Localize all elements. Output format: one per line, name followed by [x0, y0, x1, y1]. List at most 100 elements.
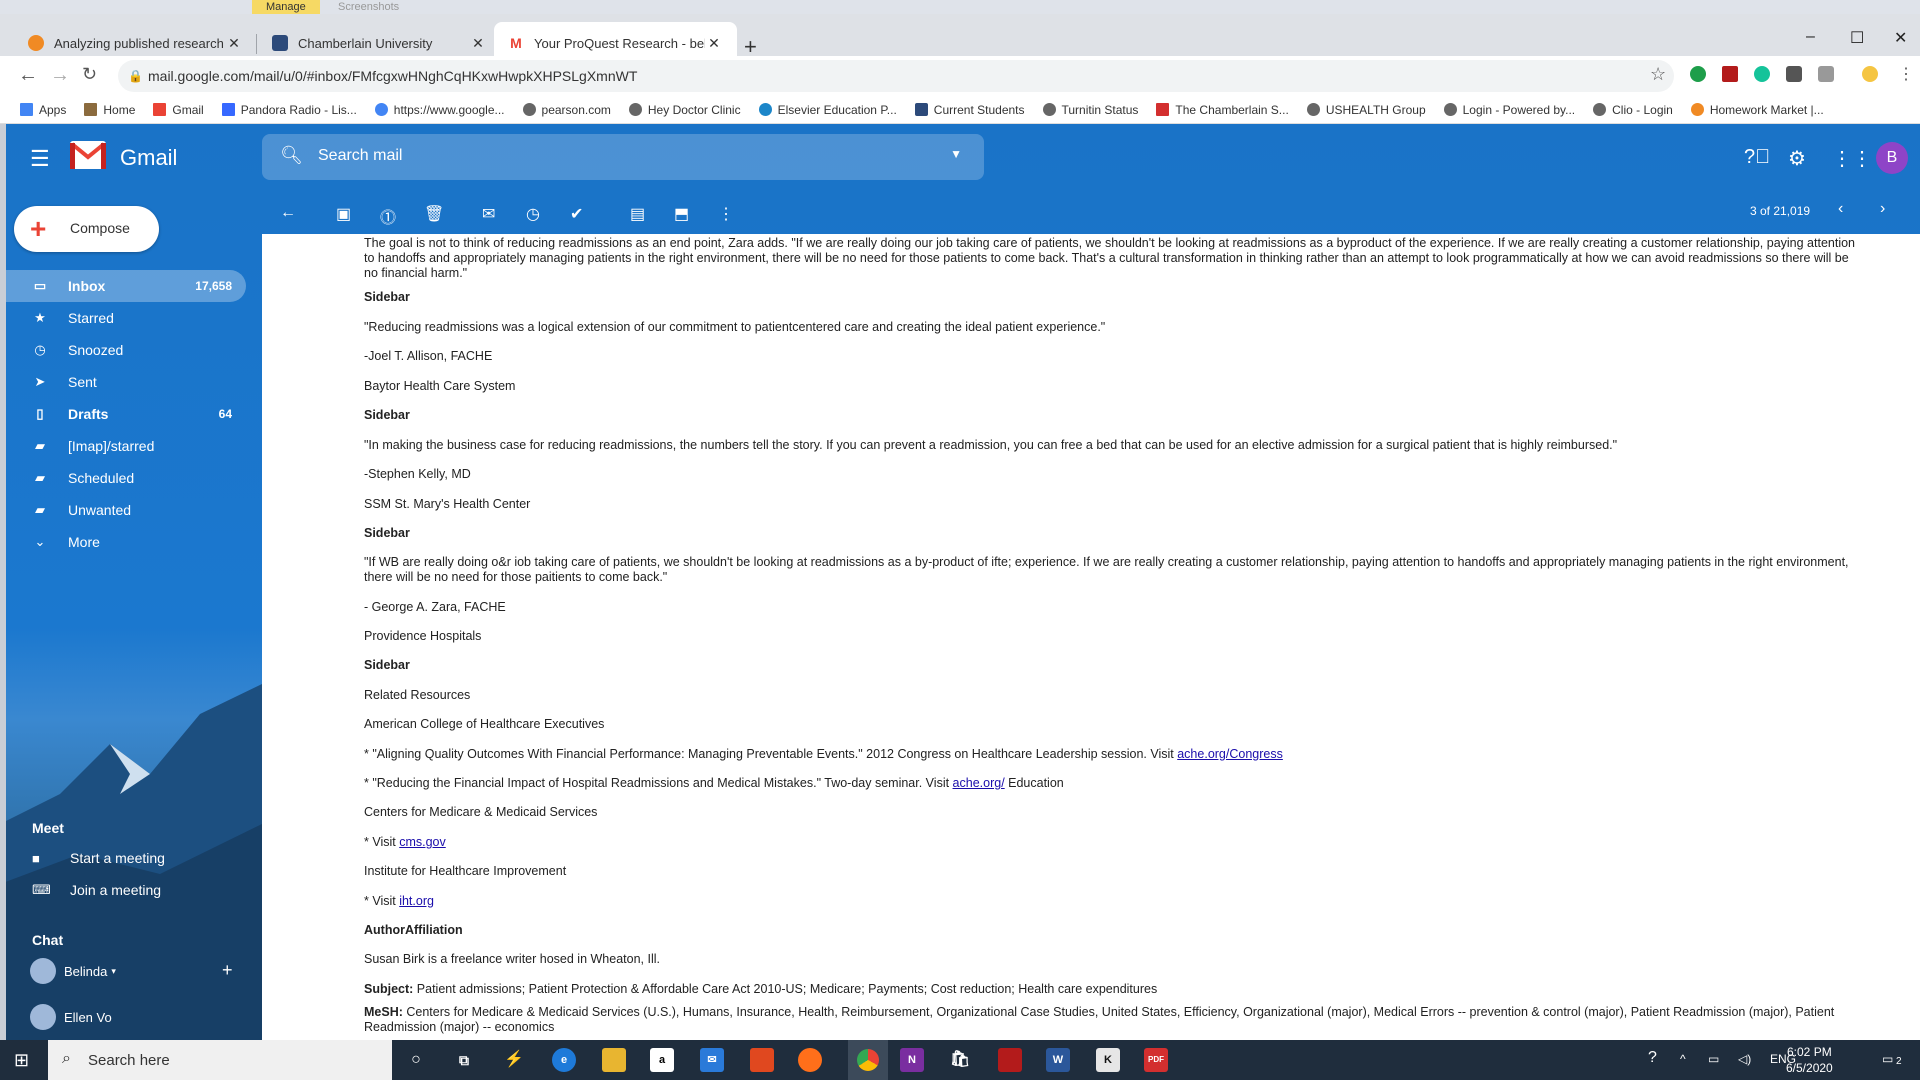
extension-green-icon[interactable] — [1690, 66, 1706, 82]
search-mail-input[interactable]: 🔍︎ Search mail ▼ — [262, 134, 984, 180]
search-icon[interactable]: 🔍︎ — [280, 145, 303, 166]
mail-icon[interactable]: ✉ — [700, 1048, 724, 1072]
windows-start-icon[interactable]: ⊞ — [14, 1050, 29, 1071]
archive-icon[interactable]: ▣ — [336, 204, 351, 224]
labels-icon[interactable]: ⬒ — [674, 204, 689, 224]
lightning-app-icon[interactable]: ⚡ — [502, 1048, 526, 1072]
sidebar-item-more[interactable]: ⌄ More — [6, 526, 246, 558]
close-window-icon[interactable]: ✕ — [1894, 28, 1907, 48]
app-k-icon[interactable]: K — [1096, 1048, 1120, 1072]
amazon-icon[interactable]: a — [650, 1048, 674, 1072]
task-view-icon[interactable]: ⧉ — [452, 1048, 476, 1072]
ache-congress-link[interactable]: ache.org/Congress — [1177, 747, 1283, 761]
account-avatar[interactable]: B — [1876, 142, 1908, 174]
sidebar-item-sent[interactable]: ➤ Sent — [6, 366, 246, 398]
help-icon[interactable]: ?⃝ — [1744, 146, 1770, 169]
newer-message-icon[interactable]: ‹ — [1838, 200, 1843, 218]
word-icon[interactable]: W — [1046, 1048, 1070, 1072]
window-top-strip: Manage Screenshots — [0, 0, 1920, 14]
show-hidden-icons-icon[interactable]: ^ — [1680, 1052, 1686, 1066]
sidebar-item-unwanted[interactable]: ▰ Unwanted — [6, 494, 246, 526]
cms-link[interactable]: cms.gov — [399, 835, 446, 849]
bookmark-elsevier[interactable]: Elsevier Education P... — [758, 103, 897, 117]
extension-shield2-icon[interactable] — [1818, 66, 1834, 82]
extension-acrobat-icon[interactable] — [1722, 66, 1738, 82]
snooze-icon[interactable]: ◷ — [526, 204, 540, 224]
bookmark-hey-doctor[interactable]: Hey Doctor Clinic — [628, 103, 741, 117]
forward-icon[interactable]: → — [50, 64, 70, 87]
close-tab-icon[interactable]: ✕ — [225, 35, 243, 52]
sidebar-item-starred[interactable]: ★ Starred — [6, 302, 246, 334]
bookmark-pearson[interactable]: pearson.com — [522, 103, 611, 117]
delete-icon[interactable]: 🗑︎ — [424, 204, 444, 224]
more-actions-icon[interactable]: ⋮ — [718, 204, 734, 224]
onenote-icon[interactable]: N — [900, 1048, 924, 1072]
url-input[interactable]: 🔒 mail.google.com/mail/u/0/#inbox/FMfcgx… — [118, 60, 1674, 92]
extension-shield-icon[interactable] — [1786, 66, 1802, 82]
back-icon[interactable]: ← — [18, 64, 38, 87]
ihi-link[interactable]: iht.org — [399, 894, 434, 908]
sidebar-item-snoozed[interactable]: ◷ Snoozed — [6, 334, 246, 366]
gmail-logo-icon[interactable] — [70, 140, 106, 170]
firefox-icon[interactable] — [798, 1048, 822, 1072]
bookmark-chamberlain[interactable]: The Chamberlain S... — [1156, 103, 1289, 117]
move-to-icon[interactable]: ▤ — [630, 204, 645, 224]
ache-education-link[interactable]: ache.org/ — [953, 776, 1005, 790]
add-to-tasks-icon[interactable]: ✔ — [570, 204, 583, 224]
report-spam-icon[interactable]: ⓵ — [380, 204, 396, 228]
pdf-icon[interactable]: PDF — [1144, 1048, 1168, 1072]
mark-unread-icon[interactable]: ✉ — [482, 204, 495, 224]
minimize-icon[interactable]: – — [1806, 28, 1815, 46]
profile-emoji-icon[interactable] — [1862, 66, 1878, 82]
chat-user-ellen[interactable]: Ellen Vo — [30, 1004, 112, 1030]
browser-menu-icon[interactable]: ⋮ — [1898, 64, 1914, 84]
store-icon[interactable]: 🛍︎ — [948, 1048, 972, 1072]
bookmark-home[interactable]: Home — [84, 103, 135, 117]
bookmark-turnitin[interactable]: Turnitin Status — [1042, 103, 1138, 117]
bookmark-pandora[interactable]: Pandora Radio - Lis... — [221, 103, 357, 117]
close-tab-icon[interactable]: ✕ — [469, 35, 487, 52]
main-menu-icon[interactable]: ☰ — [30, 146, 50, 172]
acrobat-icon[interactable] — [998, 1048, 1022, 1072]
chrome-icon[interactable] — [848, 1040, 888, 1080]
maximize-icon[interactable]: ☐ — [1850, 28, 1864, 48]
bookmark-clio[interactable]: Clio - Login — [1593, 103, 1673, 117]
join-meeting-button[interactable]: ⌨ Join a meeting — [32, 882, 161, 898]
sidebar-item-inbox[interactable]: ▭ Inbox 17,658 — [6, 270, 246, 302]
window-left-edge — [0, 124, 6, 1040]
bookmark-homework-market[interactable]: Homework Market |... — [1690, 103, 1824, 117]
notifications-icon[interactable]: ▭ — [1882, 1052, 1893, 1066]
office-icon[interactable] — [750, 1048, 774, 1072]
reload-icon[interactable]: ↻ — [82, 64, 97, 85]
bookmark-star-icon[interactable]: ☆ — [1650, 64, 1666, 85]
bookmark-current-students[interactable]: Current Students — [914, 103, 1025, 117]
system-clock[interactable]: 6:02 PM 6/5/2020 — [1786, 1044, 1833, 1076]
help-tray-icon[interactable]: ? — [1648, 1049, 1657, 1067]
close-tab-icon[interactable]: ✕ — [705, 35, 723, 52]
bookmark-ushealth[interactable]: USHEALTH Group — [1306, 103, 1426, 117]
edge-icon[interactable]: e — [552, 1048, 576, 1072]
older-message-icon[interactable]: › — [1880, 200, 1885, 218]
add-chat-icon[interactable]: + — [222, 960, 233, 981]
bookmark-google[interactable]: https://www.google... — [374, 103, 505, 117]
file-explorer-icon[interactable] — [602, 1048, 626, 1072]
extension-grammarly-icon[interactable] — [1754, 66, 1770, 82]
chat-user-belinda[interactable]: Belinda ▾ — [30, 958, 116, 984]
search-placeholder: Search mail — [318, 147, 403, 164]
volume-icon[interactable]: ◁) — [1738, 1052, 1751, 1066]
sidebar-item-imap-starred[interactable]: ▰ [Imap]/starred — [6, 430, 246, 462]
manage-tab[interactable]: Manage — [252, 0, 320, 14]
sidebar-item-drafts[interactable]: ▯ Drafts 64 — [6, 398, 246, 430]
sidebar-item-scheduled[interactable]: ▰ Scheduled — [6, 462, 246, 494]
start-meeting-button[interactable]: ■ Start a meeting — [32, 850, 165, 866]
bookmark-login[interactable]: Login - Powered by... — [1443, 103, 1575, 117]
taskbar-search-input[interactable]: ⌕ Search here — [48, 1040, 392, 1080]
search-options-icon[interactable]: ▼ — [950, 147, 962, 161]
bookmark-apps[interactable]: Apps — [20, 103, 66, 117]
back-to-inbox-icon[interactable]: ← — [280, 204, 296, 222]
cortana-icon[interactable]: ○ — [404, 1048, 428, 1072]
compose-button[interactable]: + Compose — [14, 206, 159, 252]
settings-gear-icon[interactable]: ⚙ — [1788, 146, 1806, 171]
bookmark-gmail[interactable]: Gmail — [153, 103, 204, 117]
network-icon[interactable]: ▭ — [1708, 1052, 1719, 1066]
